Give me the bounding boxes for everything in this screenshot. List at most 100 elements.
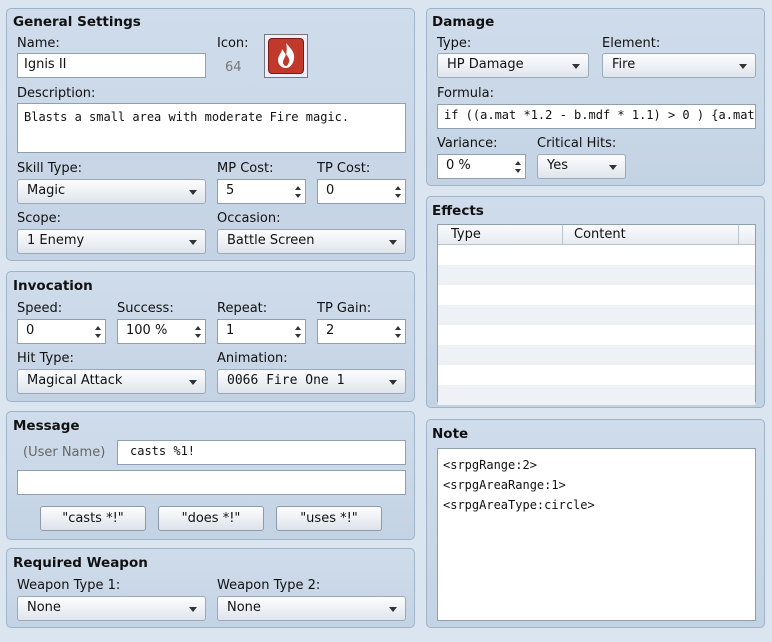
weapon-type2-label: Weapon Type 2: [217,578,321,593]
casts-button[interactable]: "casts *!" [40,506,146,531]
table-row[interactable] [438,365,755,385]
variance-stepper[interactable]: 0 % [437,154,526,179]
tp-gain-label: TP Gain: [317,301,372,316]
success-label: Success: [117,301,174,316]
general-settings-panel: General Settings Name: Ignis II Icon: 64… [6,8,415,261]
uses-button[interactable]: "uses *!" [276,506,382,531]
fire-icon [268,38,304,74]
speed-label: Speed: [17,301,63,316]
damage-type-label: Type: [437,36,472,51]
tp-gain-value: 2 [326,323,335,338]
message-title: Message [13,418,80,434]
scope-value: 1 Enemy [27,233,85,248]
repeat-stepper[interactable]: 1 [217,319,306,344]
table-row[interactable] [438,265,755,285]
spin-down-icon[interactable] [295,194,301,198]
table-row[interactable] [438,385,755,405]
success-stepper[interactable]: 100 % [117,319,206,344]
message-line1-field[interactable]: casts %1! [117,440,406,465]
table-row[interactable] [438,325,755,345]
weapon-type2-select[interactable]: None [217,596,406,621]
message-line2-field[interactable] [17,470,406,495]
critical-hits-select[interactable]: Yes [537,154,626,179]
effects-col-type[interactable]: Type [451,227,481,242]
required-weapon-title: Required Weapon [13,555,148,571]
speed-stepper[interactable]: 0 [17,319,106,344]
spin-up-icon[interactable] [295,326,301,330]
scope-select[interactable]: 1 Enemy [17,229,206,254]
critical-hits-label: Critical Hits: [537,136,617,151]
description-field[interactable]: Blasts a small area with moderate Fire m… [17,103,406,153]
hit-type-value: Magical Attack [27,373,123,388]
spin-down-icon[interactable] [515,169,521,173]
spin-up-icon[interactable] [395,186,401,190]
critical-hits-value: Yes [547,158,568,173]
animation-value: 0066 Fire One 1 [227,373,345,388]
chevron-down-icon [189,190,197,195]
success-value: 100 % [126,323,168,338]
animation-select[interactable]: 0066 Fire One 1 [217,369,406,394]
formula-field[interactable]: if ((a.mat *1.2 - b.mdf * 1.1) > 0 ) {a.… [437,104,756,129]
chevron-down-icon [572,64,580,69]
occasion-value: Battle Screen [227,233,315,248]
mp-cost-value: 5 [226,183,235,198]
note-panel: Note <srpgRange:2> <srpgAreaRange:1> <sr… [426,419,765,628]
name-label: Name: [17,36,60,51]
element-value: Fire [612,57,636,72]
mp-cost-stepper[interactable]: 5 [217,179,306,204]
table-row[interactable] [438,305,755,325]
note-line: <srpgRange:2> [443,458,537,472]
element-select[interactable]: Fire [602,53,756,78]
spin-down-icon[interactable] [395,334,401,338]
damage-title: Damage [432,14,495,30]
damage-type-select[interactable]: HP Damage [437,53,589,78]
variance-value: 0 % [446,158,471,173]
damage-type-value: HP Damage [447,57,524,72]
note-textarea[interactable]: <srpgRange:2> <srpgAreaRange:1> <srpgAre… [437,448,756,621]
table-row[interactable] [438,285,755,305]
spin-down-icon[interactable] [195,334,201,338]
effects-table[interactable]: Type Content [437,224,756,405]
does-button[interactable]: "does *!" [158,506,264,531]
repeat-label: Repeat: [217,301,268,316]
variance-label: Variance: [437,136,498,151]
note-line: <srpgAreaType:circle> [443,498,595,512]
chevron-down-icon [389,607,397,612]
general-settings-title: General Settings [13,14,141,30]
icon-label: Icon: [217,36,249,51]
table-row[interactable] [438,345,755,365]
table-row[interactable] [438,245,755,265]
spin-down-icon[interactable] [95,334,101,338]
element-label: Element: [602,36,661,51]
chevron-down-icon [609,165,617,170]
speed-value: 0 [26,323,35,338]
description-label: Description: [17,86,96,101]
invocation-panel: Invocation Speed: 0 Success: 100 % Repea… [6,271,415,402]
spin-down-icon[interactable] [395,194,401,198]
note-title: Note [432,426,469,442]
spin-up-icon[interactable] [295,186,301,190]
required-weapon-panel: Required Weapon Weapon Type 1: None Weap… [6,548,415,628]
weapon-type1-label: Weapon Type 1: [17,578,121,593]
spin-up-icon[interactable] [95,326,101,330]
spin-down-icon[interactable] [295,334,301,338]
name-field[interactable]: Ignis II [17,53,206,78]
spin-up-icon[interactable] [195,326,201,330]
hit-type-select[interactable]: Magical Attack [17,369,206,394]
spin-up-icon[interactable] [515,161,521,165]
note-line: <srpgAreaRange:1> [443,478,566,492]
tp-cost-value: 0 [326,183,335,198]
weapon-type1-value: None [27,600,61,615]
weapon-type1-select[interactable]: None [17,596,206,621]
tp-cost-stepper[interactable]: 0 [317,179,406,204]
occasion-select[interactable]: Battle Screen [217,229,406,254]
formula-label: Formula: [437,86,494,101]
animation-label: Animation: [217,351,288,366]
spin-up-icon[interactable] [395,326,401,330]
icon-picker[interactable] [264,34,308,78]
skill-type-select[interactable]: Magic [17,179,206,204]
tp-gain-stepper[interactable]: 2 [317,319,406,344]
user-name-label: (User Name) [23,445,106,460]
effects-col-content[interactable]: Content [574,227,626,242]
hit-type-label: Hit Type: [17,351,74,366]
